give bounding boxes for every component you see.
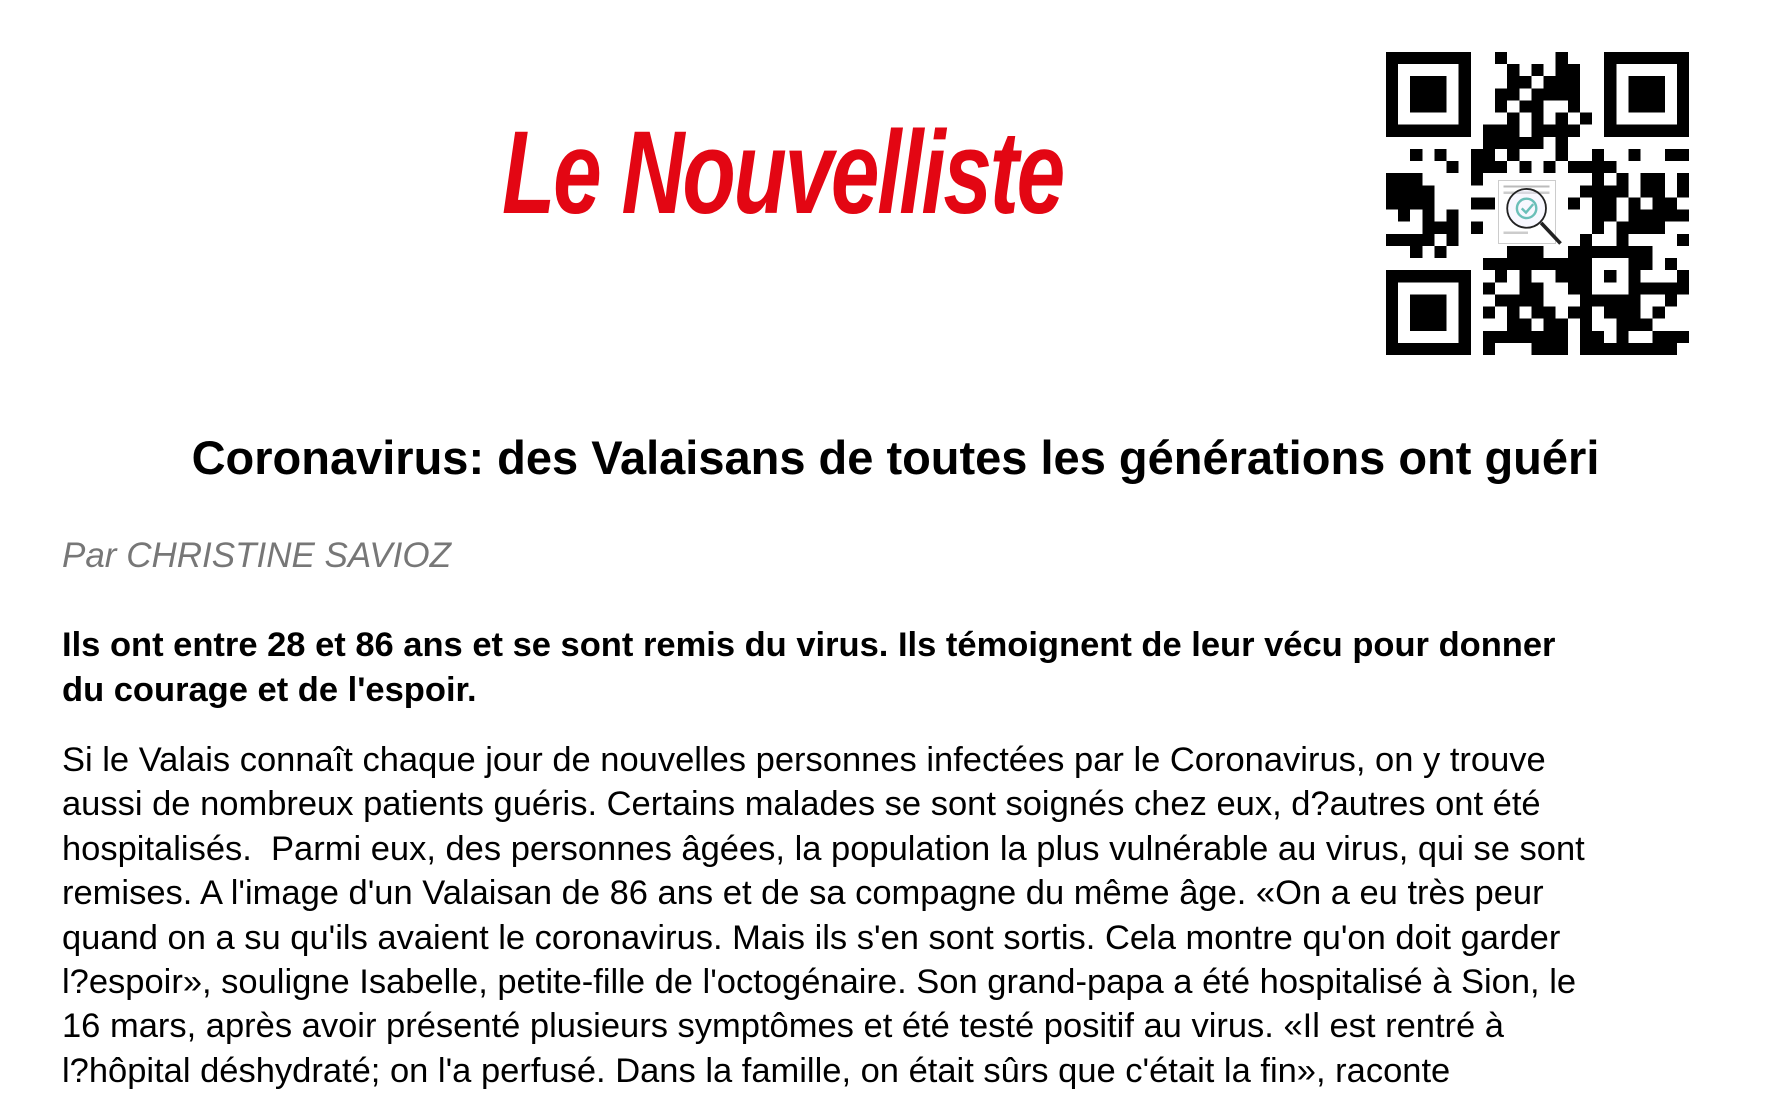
article-title: Coronavirus: des Valaisans de toutes les… [191,431,1600,484]
lead-line: Ils ont entre 28 et 86 ans et se sont re… [62,626,1556,664]
article-byline: Par CHRISTINE SAVIOZ [62,536,451,575]
body-line: quand on a su qu'ils avaient le coronavi… [62,918,1561,957]
body-line: aussi de nombreux patients guéris. Certa… [62,785,1541,824]
qr-code-icon [1386,52,1689,355]
body-line: hospitalisés. Parmi eux, des personnes â… [62,829,1585,868]
body-line: Si le Valais connaît chaque jour de nouv… [62,741,1546,779]
body-line: l?hôpital déshydraté; on l'a perfusé. Da… [62,1051,1451,1090]
body-line: remises. A l'image d'un Valaisan de 86 a… [62,874,1544,913]
logo-text: Le Nouvelliste [502,107,1065,239]
lead-line: du courage et de l'espoir. [62,671,477,709]
body-line: l?espoir», souligne Isabelle, petite-fil… [62,963,1577,1002]
le-nouvelliste-logo: Le Nouvelliste [502,107,1105,239]
article-body: Si le Valais connaît chaque jour de nouv… [62,738,1585,1093]
article-lead: Ils ont entre 28 et 86 ans et se sont re… [62,623,1555,713]
magnifier-check-icon [1498,179,1562,245]
body-line: 16 mars, après avoir présenté plusieurs … [62,1007,1504,1046]
